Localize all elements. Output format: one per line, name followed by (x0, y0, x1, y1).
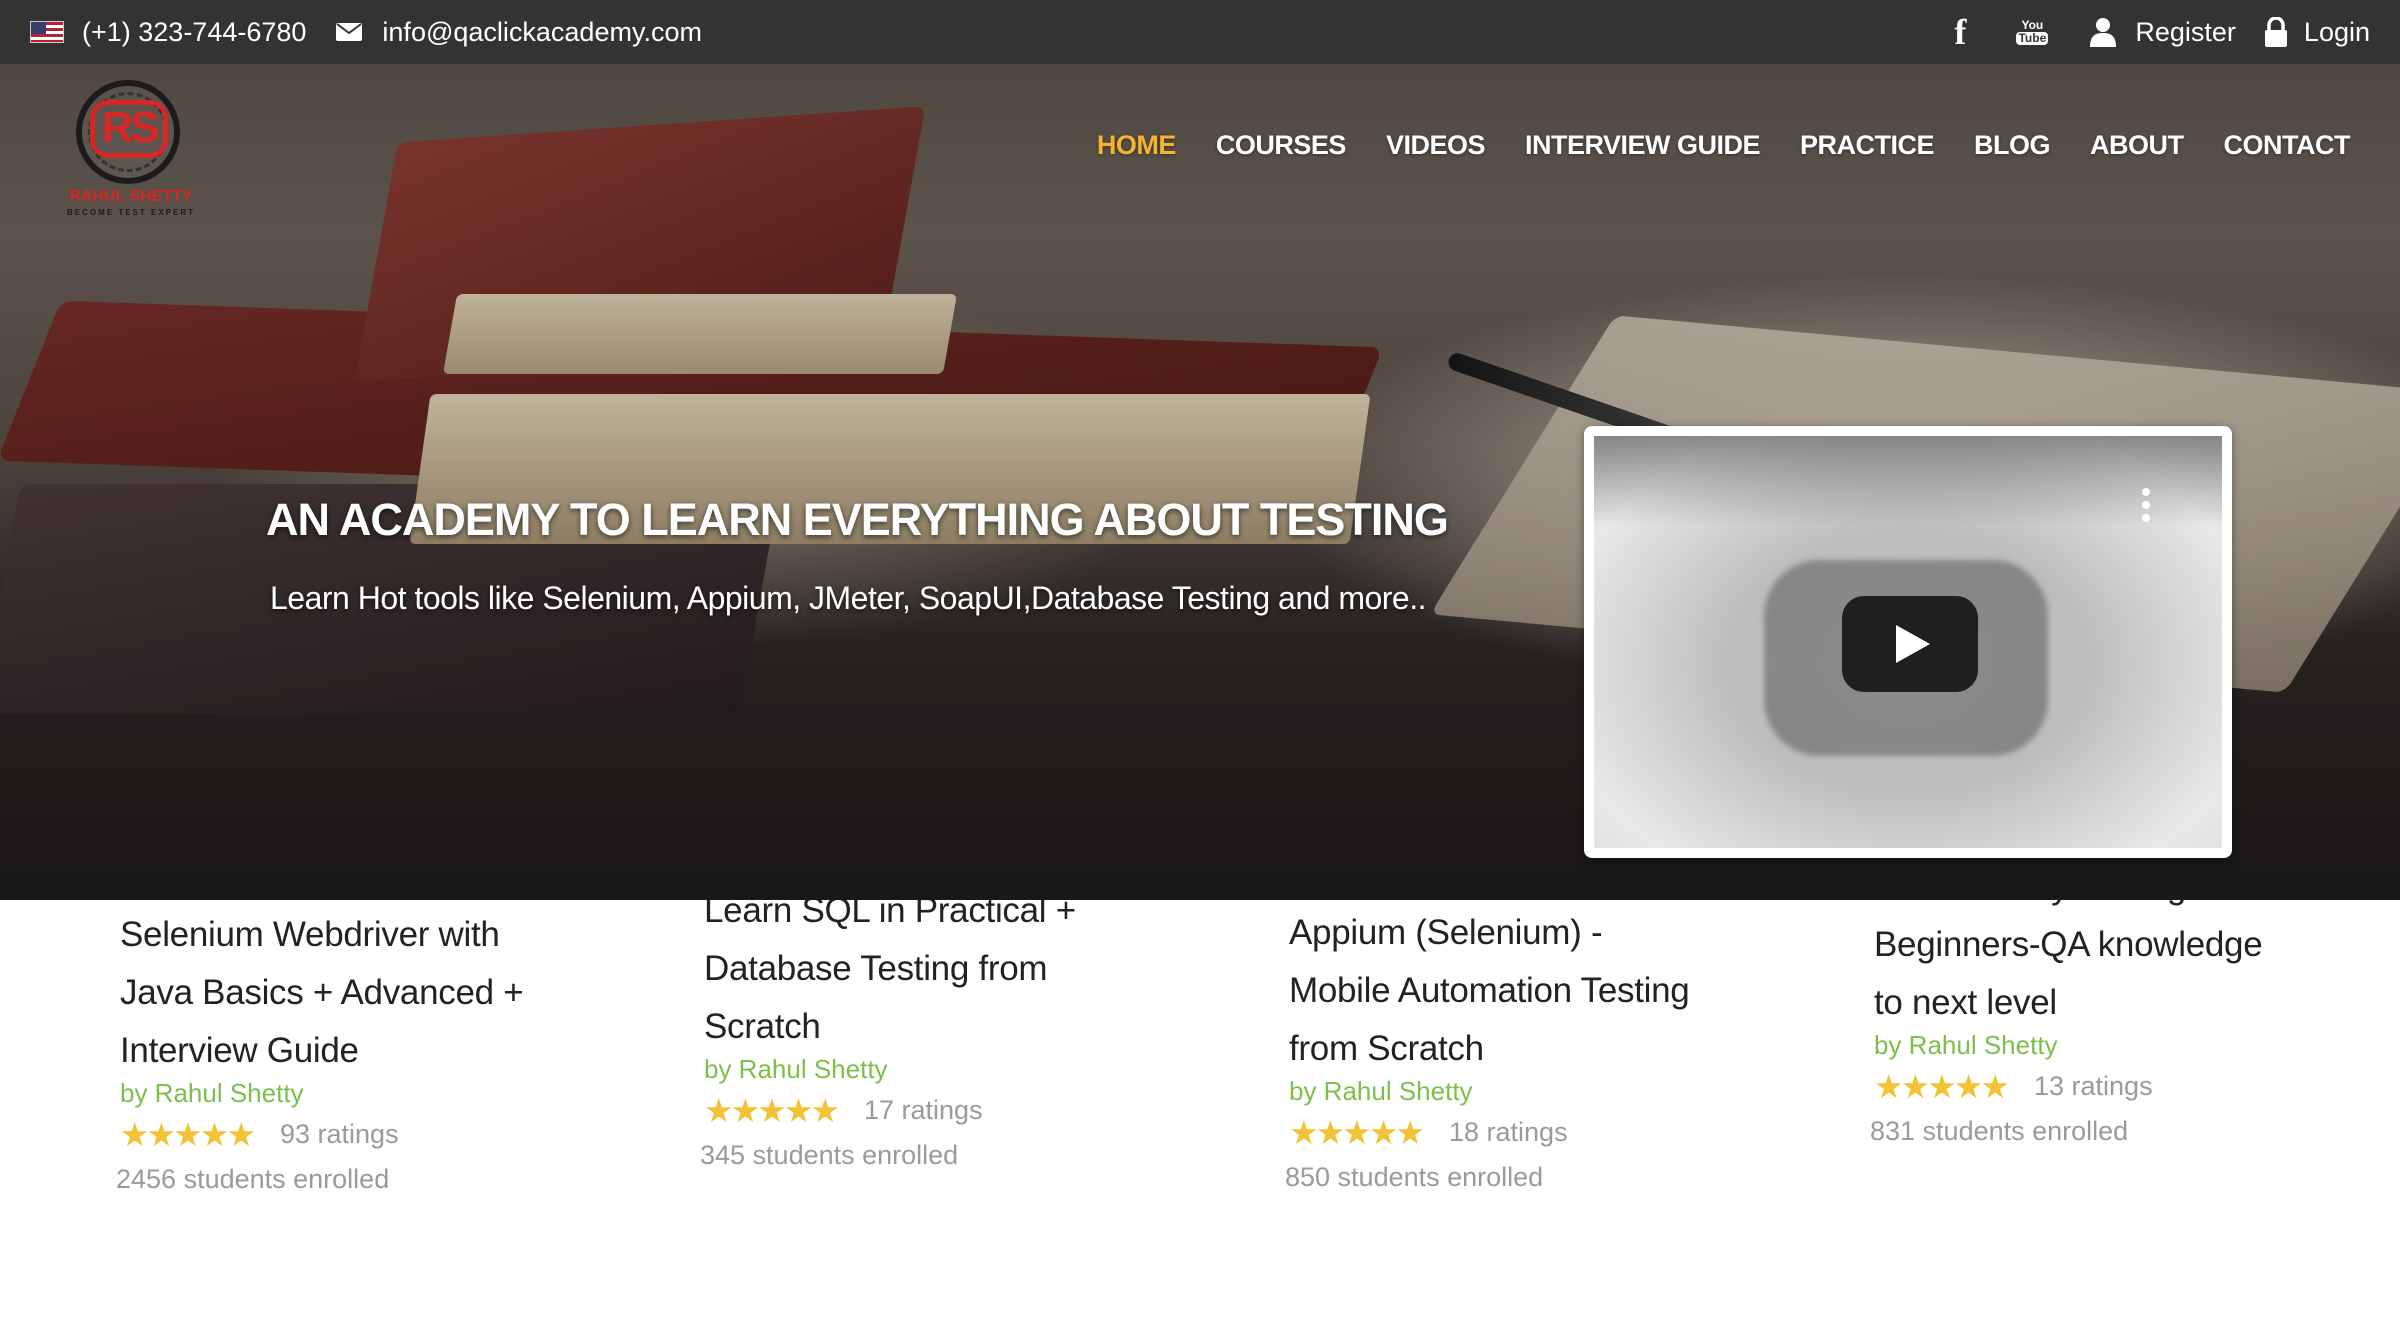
students-enrolled: 345 students enrolled (700, 1140, 959, 1170)
course-title-line: Appium (Selenium) - (1289, 913, 1603, 952)
email-link[interactable]: info@qaclickacademy.com (382, 17, 702, 48)
user-icon (2090, 18, 2117, 47)
students-enrolled: 2456 students enrolled (116, 1164, 390, 1194)
courses-section: Selenium Webdriver with Java Basics + Ad… (0, 900, 2400, 1320)
more-vertical-icon[interactable] (2142, 488, 2152, 522)
course-title-line: WebSecurity Testing for (1874, 900, 2354, 916)
course-rating: ★★★★★ 17 ratings (704, 1091, 1184, 1130)
us-flag-icon (30, 21, 64, 43)
lock-icon (2264, 17, 2287, 47)
logo-name: RAHUL SHETTY (69, 188, 193, 205)
star-rating-icon: ★★★★★ (1289, 1114, 1425, 1151)
course-title-line: Interview Guide (120, 1031, 359, 1070)
video-screen[interactable] (1594, 436, 2222, 848)
top-bar: (+1) 323-744-6780 info@qaclickacademy.co… (0, 0, 2400, 64)
course-title-line: to next level (1874, 983, 2057, 1022)
course-title-line: Database Testing from (704, 949, 1048, 988)
nav-interview-guide[interactable]: INTERVIEW GUIDE (1525, 130, 1761, 161)
logo-monogram: RS (90, 100, 168, 158)
site-logo[interactable]: RS RAHUL SHETTY BECOME TEST EXPERT (56, 80, 206, 220)
course-author[interactable]: by Rahul Shetty (704, 1054, 1184, 1085)
ratings-count: 13 ratings (2034, 1071, 2153, 1101)
register-link[interactable]: Register (2135, 17, 2236, 48)
star-rating-icon: ★★★★★ (1874, 1068, 2010, 1105)
login-link[interactable]: Login (2304, 17, 2370, 48)
star-rating-icon: ★★★★★ (704, 1092, 840, 1129)
course-author[interactable]: by Rahul Shetty (1874, 1030, 2354, 1061)
nav-home[interactable]: HOME (1097, 130, 1177, 161)
nav-blog[interactable]: BLOG (1974, 130, 2051, 161)
course-title[interactable]: WebSecurity Testing for Beginners-QA kno… (1874, 900, 2354, 1032)
course-title-line: Mobile Automation Testing (1289, 971, 1690, 1010)
course-title-line: Java Basics + Advanced + (120, 973, 524, 1012)
facebook-icon[interactable]: f (1945, 11, 1975, 53)
students-enrolled: 831 students enrolled (1870, 1116, 2129, 1146)
nav-videos[interactable]: VIDEOS (1386, 130, 1486, 161)
course-title-line: from Scratch (1289, 1029, 1484, 1068)
contact-info: (+1) 323-744-6780 info@qaclickacademy.co… (30, 0, 702, 64)
course-card[interactable]: Learn SQL in Practical + Database Testin… (700, 900, 1184, 1171)
phone-number[interactable]: (+1) 323-744-6780 (82, 17, 306, 48)
envelope-icon (336, 23, 363, 41)
nav-practice[interactable]: PRACTICE (1800, 130, 1935, 161)
course-card[interactable]: Appium (Selenium) - Mobile Automation Te… (1285, 904, 1769, 1193)
nav-contact[interactable]: CONTACT (2224, 130, 2351, 161)
course-title-line: Selenium Webdriver with (120, 915, 500, 954)
video-embed[interactable] (1584, 426, 2232, 858)
star-rating-icon: ★★★★★ (120, 1116, 256, 1153)
course-title[interactable]: Appium (Selenium) - Mobile Automation Te… (1289, 904, 1769, 1078)
course-title-line: Learn SQL in Practical + (704, 900, 1076, 930)
play-icon[interactable] (1842, 596, 1978, 692)
nav-about[interactable]: ABOUT (2090, 130, 2184, 161)
ratings-count: 17 ratings (864, 1095, 983, 1125)
ratings-count: 18 ratings (1449, 1117, 1568, 1147)
course-rating: ★★★★★ 13 ratings (1874, 1067, 2354, 1106)
ratings-count: 93 ratings (280, 1119, 399, 1149)
course-rating: ★★★★★ 18 ratings (1289, 1113, 1769, 1152)
main-nav: HOME COURSES VIDEOS INTERVIEW GUIDE PRAC… (1097, 130, 2351, 161)
course-author[interactable]: by Rahul Shetty (120, 1078, 600, 1109)
hero-subtitle: Learn Hot tools like Selenium, Appium, J… (270, 580, 1427, 616)
course-author[interactable]: by Rahul Shetty (1289, 1076, 1769, 1107)
logo-tagline: BECOME TEST EXPERT (66, 208, 195, 217)
youtube-icon-tube: Tube (2016, 31, 2049, 45)
course-card[interactable]: WebSecurity Testing for Beginners-QA kno… (1870, 900, 2354, 1147)
course-card[interactable]: Selenium Webdriver with Java Basics + Ad… (116, 906, 600, 1195)
course-title[interactable]: Selenium Webdriver with Java Basics + Ad… (120, 906, 600, 1080)
course-rating: ★★★★★ 93 ratings (120, 1115, 600, 1154)
course-title-line: Scratch (704, 1007, 821, 1046)
top-bar-actions: f You Tube Register Login (1945, 0, 2370, 64)
youtube-icon[interactable]: You Tube (2016, 14, 2049, 50)
hero-title: AN ACADEMY TO LEARN EVERYTHING ABOUT TES… (266, 494, 1449, 545)
course-title-line: Beginners-QA knowledge (1874, 925, 2263, 964)
nav-courses[interactable]: COURSES (1216, 130, 1347, 161)
course-title[interactable]: Learn SQL in Practical + Database Testin… (704, 900, 1184, 1056)
students-enrolled: 850 students enrolled (1285, 1162, 1544, 1192)
